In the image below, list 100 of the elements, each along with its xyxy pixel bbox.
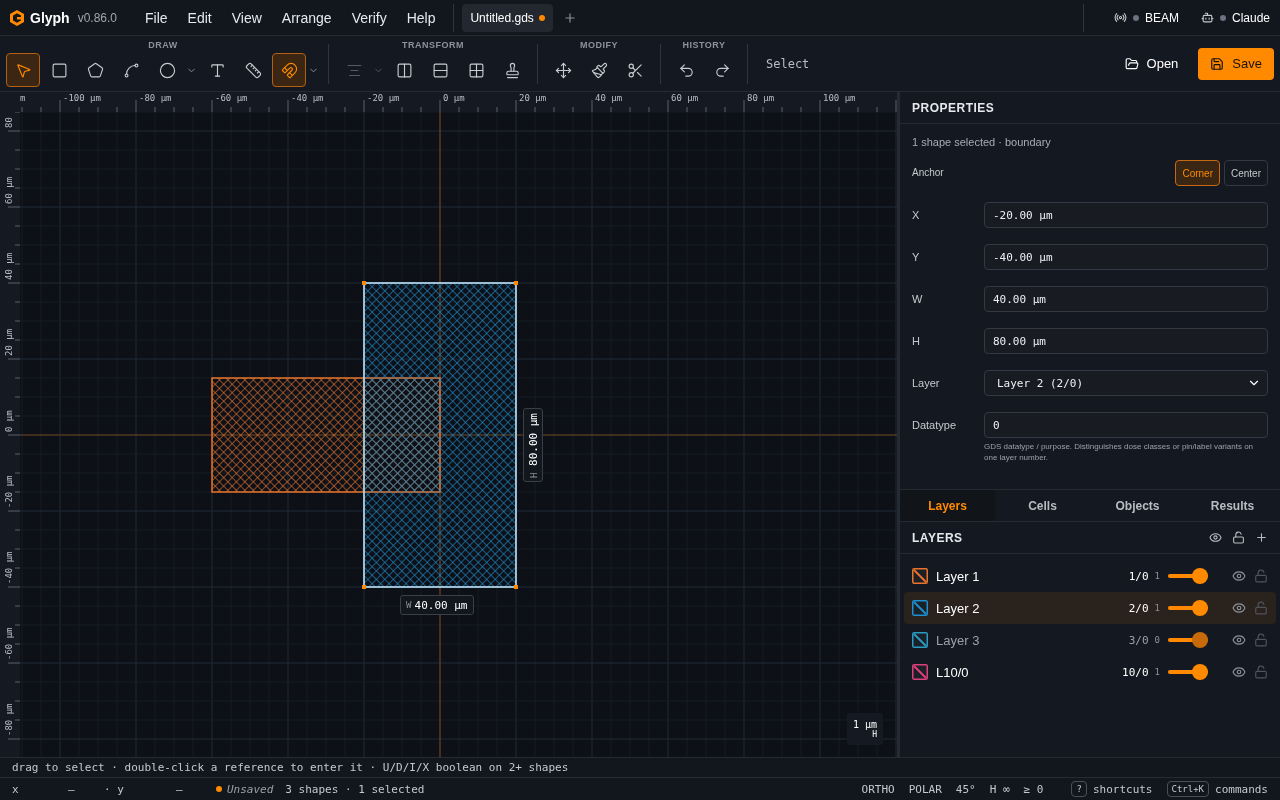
anchor-option[interactable]: Center: [1224, 160, 1268, 186]
layer-number: 10/0: [1122, 665, 1149, 679]
app-name: Glyph: [30, 9, 70, 26]
opacity-slider[interactable]: [1168, 600, 1208, 616]
square-icon: [50, 61, 68, 79]
mode-toggle[interactable]: H ∞: [989, 782, 1010, 796]
shape-count: 1: [1154, 603, 1160, 613]
brush-icon: [590, 61, 608, 79]
scissors-icon: [626, 61, 644, 79]
layer-name: L10/0: [936, 664, 970, 680]
layer-number: 2/0: [1128, 601, 1149, 615]
menu-item[interactable]: View: [221, 5, 272, 30]
layer-number: 3/0: [1128, 633, 1149, 647]
anchor-option[interactable]: Corner: [1175, 160, 1220, 186]
robot-icon: [1200, 11, 1214, 24]
ruler-icon: [244, 61, 262, 79]
input-field[interactable]: -40.00 µm: [984, 244, 1268, 270]
mode-toggle[interactable]: ≥ 0: [1023, 782, 1044, 796]
eye-icon[interactable]: [1232, 601, 1246, 615]
field-label: X: [912, 208, 921, 223]
field-label: Datatype: [912, 418, 958, 433]
slider-thumb[interactable]: [1192, 632, 1208, 648]
mode-label: Select: [766, 56, 810, 71]
mode-toggle[interactable]: 45°: [955, 782, 976, 796]
folder-icon: [1124, 56, 1139, 71]
menu-item[interactable]: Help: [396, 5, 446, 30]
scale-indicator: 1 µm H: [846, 713, 883, 745]
eye-icon[interactable]: [1232, 633, 1246, 647]
field-label: H: [912, 334, 921, 349]
horizontal-ruler: m -100 µm -80 µm -60 µm -40 µm -20 µm 0 µm 20 µm 40 µm 60 µm 80 µm 100 µm: [20, 92, 897, 112]
selection-summary: 1 shape selected · boundary: [912, 136, 1052, 148]
shape-count: 0: [1154, 635, 1160, 645]
save-button[interactable]: Save: [1198, 47, 1274, 80]
slider-thumb[interactable]: [1192, 568, 1208, 584]
pointer-icon: [14, 61, 32, 79]
document-tab[interactable]: Untitled.gds: [462, 3, 553, 32]
y-label: · y: [104, 782, 125, 796]
eye-icon[interactable]: [1232, 569, 1246, 583]
shape-count: 1: [1154, 667, 1160, 677]
status-label: Claude: [1231, 10, 1270, 25]
eye-icon[interactable]: [1232, 665, 1246, 679]
field-label: W: [912, 292, 924, 307]
input-field[interactable]: 80.00 µm: [984, 328, 1268, 354]
menu-item[interactable]: Edit: [177, 5, 222, 30]
y-value: —: [176, 782, 184, 796]
plus-icon[interactable]: [1255, 531, 1268, 544]
layer-row[interactable]: L10/0 10/0 1: [904, 656, 1276, 688]
split-rows-icon: [431, 61, 449, 79]
mode-toggle[interactable]: ORTHO: [861, 782, 895, 796]
menu-item[interactable]: Verify: [341, 5, 397, 30]
curve-icon: [122, 61, 140, 79]
slider-thumb[interactable]: [1192, 600, 1208, 616]
menu-item[interactable]: Arrange: [271, 5, 342, 30]
height-dimension-label: H 80.00 µm: [523, 408, 543, 483]
panel-tab[interactable]: Cells: [995, 490, 1090, 521]
layer-number: 1/0: [1128, 569, 1149, 583]
shortcut-label[interactable]: commands: [1215, 782, 1268, 796]
pentagon-icon: [86, 61, 104, 79]
layer-row[interactable]: Layer 2 2/0 1: [904, 592, 1276, 624]
shape-count: 1: [1154, 571, 1160, 581]
floppy-icon: [1210, 56, 1225, 71]
width-dimension-label: W 40.00 µm: [400, 595, 474, 615]
redo-icon: [713, 61, 731, 79]
group-label: HISTORY: [682, 40, 726, 50]
selection-count: 3 shapes · 1 selected: [285, 782, 425, 796]
layer-select[interactable]: Layer 2 (2/0): [984, 370, 1268, 396]
shortcut-label[interactable]: shortcuts: [1092, 782, 1153, 796]
group-label: DRAW: [148, 40, 178, 50]
key-hint: Ctrl+K: [1166, 781, 1209, 797]
slider-thumb[interactable]: [1192, 664, 1208, 680]
input-field[interactable]: 0: [984, 412, 1268, 438]
save-state: Unsaved: [227, 782, 274, 796]
layer-row[interactable]: Layer 3 3/0 0: [904, 624, 1276, 656]
unlock-icon[interactable]: [1232, 531, 1245, 544]
eye-icon[interactable]: [1209, 531, 1222, 544]
mode-toggle[interactable]: POLAR: [908, 782, 942, 796]
boundary-shape[interactable]: [362, 281, 518, 589]
status-label: BEAM: [1144, 10, 1179, 25]
opacity-slider[interactable]: [1168, 568, 1208, 584]
tool-button[interactable]: [272, 53, 306, 87]
panel-title: PROPERTIES: [912, 100, 995, 115]
group-label: TRANSFORM: [402, 40, 464, 50]
input-field[interactable]: -20.00 µm: [984, 202, 1268, 228]
tool-button[interactable]: [6, 53, 40, 87]
panel-tab[interactable]: Layers: [900, 490, 995, 521]
open-button[interactable]: Open: [1112, 47, 1191, 80]
menu-item[interactable]: File: [135, 5, 178, 30]
opacity-slider[interactable]: [1168, 664, 1208, 680]
stamp-icon: [503, 61, 521, 79]
text-icon: [208, 61, 226, 79]
field-label: Layer: [912, 376, 941, 391]
panel-tab[interactable]: Results: [1185, 490, 1280, 521]
input-field[interactable]: 40.00 µm: [984, 286, 1268, 312]
layer-row[interactable]: Layer 1 1/0 1: [904, 560, 1276, 592]
circle-icon: [158, 61, 176, 79]
opacity-slider[interactable]: [1168, 632, 1208, 648]
broadcast-icon: [1113, 11, 1127, 24]
panel-tab[interactable]: Objects: [1090, 490, 1185, 521]
vertical-ruler: 80 60 µm 40 µm 20 µm 0 µm -20 µm -40 µm -60 µm -80 µm: [0, 112, 20, 757]
layer-name: Layer 3: [936, 632, 981, 648]
